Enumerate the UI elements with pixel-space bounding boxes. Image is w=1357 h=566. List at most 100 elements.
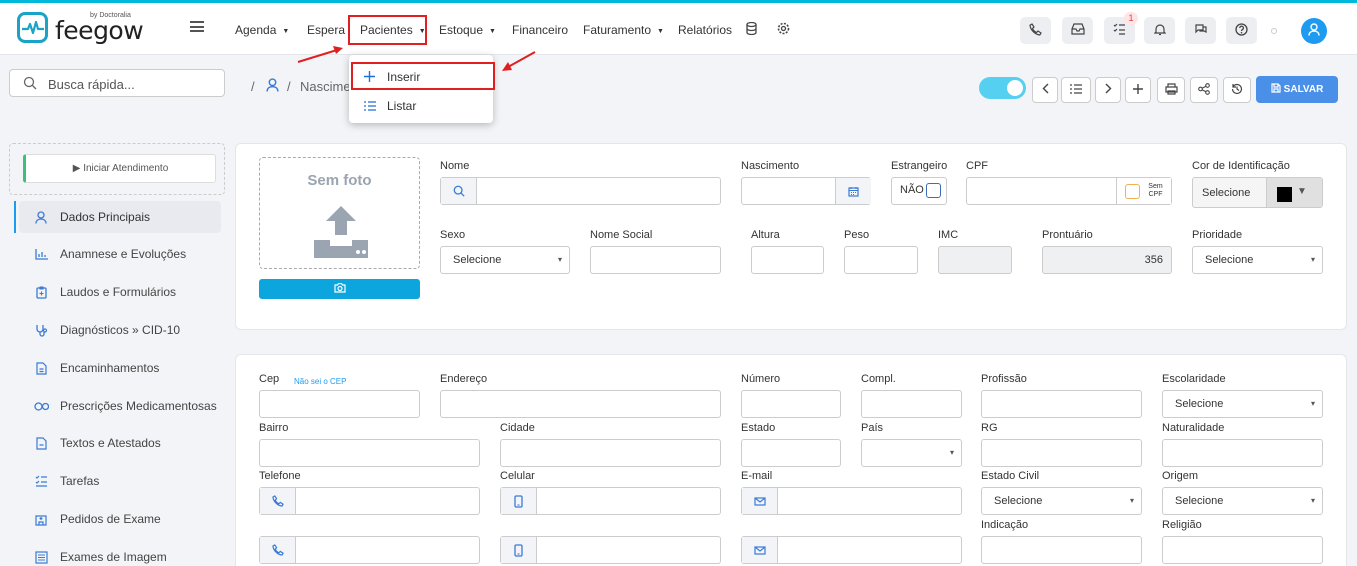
inbox-button[interactable] (1062, 17, 1093, 44)
sem-cpf-checkbox[interactable] (1124, 183, 1140, 199)
email-2-field[interactable] (741, 536, 962, 564)
nome-label: Nome (440, 160, 470, 172)
cidade-field[interactable] (500, 439, 721, 467)
email-label: E-mail (741, 470, 773, 482)
cep-field[interactable] (259, 390, 420, 418)
history-icon (1231, 83, 1243, 98)
pais-select[interactable] (861, 439, 962, 467)
sexo-select[interactable]: Selecione (440, 246, 570, 274)
escolaridade-select[interactable]: Selecione (1162, 390, 1323, 418)
inserir-highlight-box (351, 62, 495, 90)
help-button[interactable] (1226, 17, 1257, 44)
cpf-field[interactable]: Sem CPF (966, 177, 1172, 205)
sidebar-item-tarefas[interactable]: Tarefas (19, 465, 221, 497)
sidebar-item-textos[interactable]: Textos e Atestados (19, 427, 221, 459)
compl-field[interactable] (861, 390, 962, 418)
bell-button[interactable] (1144, 17, 1175, 44)
nav-financeiro[interactable]: Financeiro (512, 23, 568, 37)
database-icon[interactable] (746, 21, 757, 38)
search-icon (441, 178, 477, 204)
sidebar-item-dados-principais[interactable]: Dados Principais (19, 201, 221, 233)
origem-select[interactable]: Selecione (1162, 487, 1323, 515)
nav-estoque[interactable]: Estoque ▼ (439, 23, 496, 37)
breadcrumb-user-icon[interactable] (266, 78, 279, 95)
sidebar-item-encaminhamentos[interactable]: Encaminhamentos (19, 352, 221, 384)
estrangeiro-value: NÃO (900, 184, 924, 196)
celular-2-field[interactable] (500, 536, 721, 564)
sidebar-item-label: Diagnósticos » CID-10 (60, 323, 181, 337)
phone-icon (260, 537, 296, 563)
rg-field[interactable] (981, 439, 1142, 467)
nav-espera[interactable]: Espera (307, 23, 345, 37)
naturalidade-field[interactable] (1162, 439, 1323, 467)
previous-button[interactable] (1032, 77, 1058, 103)
telefone-2-field[interactable] (259, 536, 480, 564)
indicacao-field[interactable] (981, 536, 1142, 564)
nav-espera-label: Espera (307, 23, 346, 37)
sidebar-active-indicator (14, 201, 16, 233)
sidebar-item-exames-imagem[interactable]: Exames de Imagem (19, 541, 221, 566)
list-view-button[interactable] (1061, 77, 1091, 103)
feegow-logo[interactable]: by Doctoralia feegow (17, 12, 147, 46)
endereco-field[interactable] (440, 390, 721, 418)
sem-cpf-option[interactable]: Sem CPF (1116, 178, 1171, 204)
color-swatch-black (1277, 187, 1292, 202)
estado-civil-select[interactable]: Selecione (981, 487, 1142, 515)
cep-help-link[interactable]: Não sei o CEP (294, 377, 346, 386)
menu-toggle-icon[interactable] (190, 21, 204, 32)
add-button[interactable] (1125, 77, 1151, 103)
caret-down-icon: ▼ (1297, 186, 1307, 197)
cep-label: Cep (259, 373, 280, 385)
estrangeiro-checkbox[interactable] (926, 183, 941, 198)
telefone-field[interactable] (259, 487, 480, 515)
gear-icon[interactable] (777, 22, 790, 38)
dropdown-item-listar[interactable]: Listar (364, 98, 416, 114)
nav-financeiro-label: Financeiro (512, 23, 569, 37)
altura-field[interactable] (751, 246, 824, 274)
sidebar-item-diagnosticos[interactable]: Diagnósticos » CID-10 (19, 314, 221, 346)
sidebar-item-label: Laudos e Formulários (60, 285, 177, 299)
calendar-icon[interactable] (835, 178, 871, 204)
nav-faturamento[interactable]: Faturamento ▼ (583, 23, 664, 37)
nav-relatorios[interactable]: Relatórios (678, 23, 732, 37)
phone-button[interactable] (1020, 17, 1051, 44)
print-button[interactable] (1157, 77, 1185, 103)
religiao-field[interactable] (1162, 536, 1323, 564)
nome-field[interactable] (440, 177, 721, 205)
peso-field[interactable] (844, 246, 918, 274)
nascimento-field[interactable] (741, 177, 871, 205)
sidebar-item-laudos[interactable]: Laudos e Formulários (19, 276, 221, 308)
bairro-field[interactable] (259, 439, 480, 467)
cor-select[interactable]: Selecione ▼ (1192, 177, 1323, 208)
nav-agenda[interactable]: Agenda ▼ (235, 23, 289, 37)
quick-search-input[interactable]: Busca rápida... (9, 69, 225, 97)
chat-button[interactable] (1185, 17, 1216, 44)
imc-field (938, 246, 1012, 274)
user-avatar[interactable] (1301, 18, 1327, 44)
numero-field[interactable] (741, 390, 841, 418)
sem-cpf-label: Sem CPF (1148, 183, 1163, 198)
share-button[interactable] (1190, 77, 1218, 103)
sidebar-item-pedidos-exame[interactable]: Pedidos de Exame (19, 503, 221, 535)
celular-field[interactable] (500, 487, 721, 515)
estado-field[interactable] (741, 439, 841, 467)
profissao-field[interactable] (981, 390, 1142, 418)
chevron-right-icon (1105, 83, 1112, 97)
status-toggle[interactable] (979, 77, 1026, 99)
sidebar-item-anamnese[interactable]: Anamnese e Evoluções (19, 238, 221, 270)
history-button[interactable] (1223, 77, 1251, 103)
numero-label: Número (741, 373, 781, 385)
sidebar-item-prescricoes[interactable]: Prescrições Medicamentosas (19, 390, 221, 422)
start-attendance-button[interactable]: ▶ Iniciar Atendimento (23, 154, 216, 183)
next-button[interactable] (1095, 77, 1121, 103)
sidebar-item-label: Tarefas (60, 474, 100, 488)
naturalidade-label: Naturalidade (1162, 422, 1225, 434)
prioridade-select[interactable]: Selecione (1192, 246, 1323, 274)
nascimento-label: Nascimento (741, 160, 800, 172)
save-button[interactable]: SALVAR (1256, 76, 1338, 103)
estrangeiro-toggle[interactable]: NÃO (891, 177, 947, 205)
nome-social-field[interactable] (590, 246, 721, 274)
email-field[interactable] (741, 487, 962, 515)
camera-button[interactable] (259, 279, 420, 299)
photo-dropzone[interactable]: Sem foto (259, 157, 420, 269)
